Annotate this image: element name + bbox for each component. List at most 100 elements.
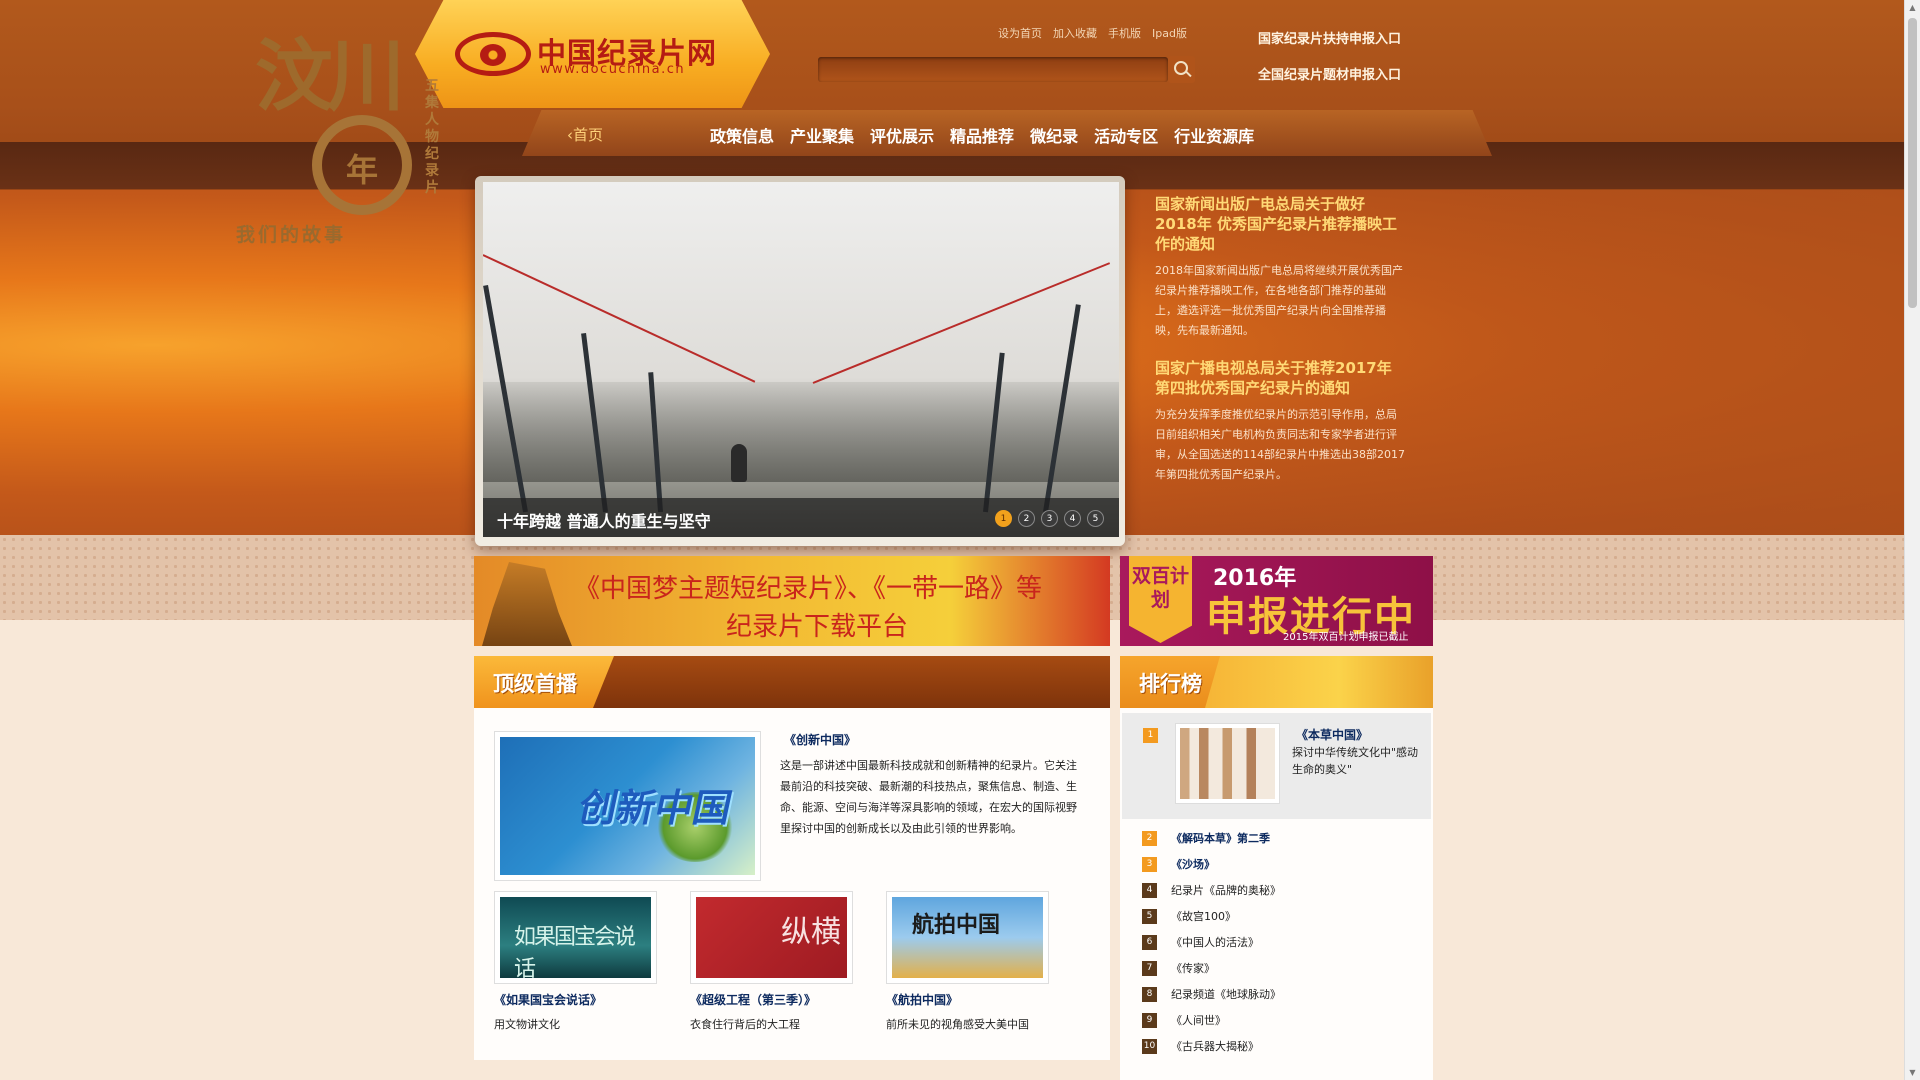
rank-number: 9 [1142,1012,1157,1028]
slide-caption-bar: 十年跨越 普通人的重生与坚守 1 2 3 4 5 [483,498,1119,537]
rank-label: 纪录频道《地球脉动》 [1171,988,1281,1001]
ranking-row[interactable]: 8 纪录频道《地球脉动》 [1142,986,1281,1002]
ranking-row[interactable]: 4 纪录片《品牌的奥秘》 [1142,882,1281,898]
broadcast-title[interactable]: 《如果国宝会说话》 [494,991,657,1008]
banner-tag: 双百计划 [1129,556,1192,643]
featured-title[interactable]: 《创新中国》 [784,731,856,748]
ranking-row[interactable]: 10 《古兵器大揭秘》 [1142,1038,1259,1054]
broadcast-thumbnail[interactable]: 航拍中国 [886,891,1049,984]
rank-label: 《古兵器大揭秘》 [1171,1040,1259,1053]
broadcast-desc: 衣食住行背后的大工程 [690,1018,800,1031]
nav-item-micro[interactable]: 微纪录 [1030,123,1078,147]
top-broadcast-header: 顶级首播 [474,656,1110,708]
ranking-header: 排行榜 [1120,656,1433,708]
add-favorite-link[interactable]: 加入收藏 [1053,27,1097,40]
ranking-heading: 排行榜 [1139,672,1202,696]
rank-number: 7 [1142,960,1157,976]
top-broadcast-tab: 顶级首播 [474,656,614,708]
broadcast-title[interactable]: 《超级工程（第三季）》 [690,991,853,1008]
broadcast-image: 航拍中国 [892,897,1043,978]
ranking-row[interactable]: 3 《沙场》 [1142,856,1215,872]
broadcast-desc: 用文物讲文化 [494,1018,560,1031]
nav-item-recommended[interactable]: 精品推荐 [950,123,1014,147]
slide-caption[interactable]: 十年跨越 普通人的重生与坚守 [497,508,711,532]
slide-image[interactable] [483,182,1119,537]
broadcast-thumbnail[interactable]: 纵横 [690,891,853,984]
broadcast-image-text: 航拍中国 [912,913,1001,938]
featured-image-text: 创新中国 [574,786,736,830]
scroll-up-icon[interactable]: ▲ [1905,0,1920,15]
broadcast-item: 航拍中国 《航拍中国》 前所未见的视角感受大美中国 [886,891,1049,1032]
broadcast-thumbnail[interactable]: 如果国宝会说话 [494,891,657,984]
rank-number: 6 [1142,934,1157,950]
nav-items: 政策信息 产业聚集 评优展示 精品推荐 微纪录 活动专区 行业资源库 [710,123,1254,147]
ranking-row[interactable]: 6 《中国人的活法》 [1142,934,1259,950]
nav-item-resources[interactable]: 行业资源库 [1174,123,1254,147]
nav-item-events[interactable]: 活动专区 [1094,123,1158,147]
scrollbar-thumb[interactable] [1908,18,1917,308]
ranking-top-number: 1 [1143,726,1158,743]
topic-application-link[interactable]: 全国纪录片题材申报入口 [1258,64,1401,83]
nav-home[interactable]: ‹首页 [567,124,603,145]
slide-subtitle: 我们的故事 [236,224,347,246]
news-title[interactable]: 国家新闻出版广电总局关于做好2018年 优秀国产纪录片推荐播映工作的通知 [1155,194,1405,254]
banner-line-2: 纪录片下载平台 [726,612,909,642]
broadcast-image-text: 如果国宝会说话 [514,925,636,978]
slider-dot-1[interactable]: 1 [995,510,1012,527]
broadcast-image-text: 纵横 [781,915,841,950]
nav-item-policy[interactable]: 政策信息 [710,123,774,147]
slide-cable [483,254,756,383]
ranking-top-desc: 探讨中华传统文化中"感动生命的奥义" [1292,746,1419,776]
slide-vertical-text: 五集人物纪录片 [425,78,439,196]
slider-dot-5[interactable]: 5 [1087,510,1104,527]
rank-label: 《故宫100》 [1171,910,1236,923]
slider-dot-4[interactable]: 4 [1064,510,1081,527]
featured-thumbnail[interactable]: 创新中国 [494,731,761,881]
banner-note: 2015年双百计划申报已截止 [1283,632,1409,643]
set-homepage-link[interactable]: 设为首页 [998,27,1042,40]
slide-title: 汶川 [255,31,405,122]
nav-item-industry[interactable]: 产业聚集 [790,123,854,147]
slider-pagination: 1 2 3 4 5 [995,510,1104,527]
rank-number: 8 [1142,986,1157,1002]
slider-dot-2[interactable]: 2 [1018,510,1035,527]
slide-ring: 年 [312,115,412,215]
ranking-row[interactable]: 7 《传家》 [1142,960,1215,976]
news-item: 国家新闻出版广电总局关于做好2018年 优秀国产纪录片推荐播映工作的通知 201… [1155,194,1405,341]
ranking-top-title[interactable]: 《本草中国》 [1296,726,1368,743]
rank-number: 4 [1142,882,1157,898]
rank-label: 《人间世》 [1171,1014,1226,1027]
ranking-row[interactable]: 9 《人间世》 [1142,1012,1226,1028]
statue-image [482,562,572,646]
broadcast-image: 如果国宝会说话 [500,897,651,978]
rank-number: 3 [1142,856,1157,872]
rank-label: 《传家》 [1171,962,1215,975]
rank-number: 5 [1142,908,1157,924]
broadcast-image: 纵横 [696,897,847,978]
broadcast-title[interactable]: 《航拍中国》 [886,991,1049,1008]
rank-label: 《中国人的活法》 [1171,936,1259,949]
broadcast-item: 如果国宝会说话 《如果国宝会说话》 用文物讲文化 [494,891,657,1032]
ipad-link[interactable]: Ipad版 [1152,27,1187,40]
ranking-row[interactable]: 5 《故宫100》 [1142,908,1236,924]
ranking-top-thumbnail[interactable] [1175,723,1280,804]
eye-logo-icon [455,32,531,76]
news-summary: 为充分发挥季度推优纪录片的示范引导作用，总局日前组织相关广电机构负责同志和专家学… [1155,408,1405,481]
featured-description: 这是一部讲述中国最新科技成就和创新精神的纪录片。它关注最前沿的科技突破、最新潮的… [780,759,1077,835]
banner-line-1: 《中国梦主题短纪录片》、《一带一路》等 [574,574,1043,604]
ranking-row[interactable]: 2 《解码本草》第二季 [1142,830,1270,846]
slide-ring-text: 年 [345,151,378,189]
news-title[interactable]: 国家广播电视总局关于推荐2017年第四批优秀国产纪录片的通知 [1155,358,1405,398]
double-hundred-banner[interactable]: 双百计划 2016年 申报进行中 2015年双百计划申报已截止 [1120,556,1433,646]
top-broadcast-heading: 顶级首播 [493,672,577,696]
support-application-link[interactable]: 国家纪录片扶持申报入口 [1258,28,1401,47]
nav-item-awards[interactable]: 评优展示 [870,123,934,147]
download-platform-banner[interactable]: 《中国梦主题短纪录片》、《一带一路》等 纪录片下载平台 [474,556,1110,646]
mobile-link[interactable]: 手机版 [1108,27,1141,40]
search-input[interactable] [818,57,1168,82]
search-button[interactable] [1168,56,1195,83]
scroll-down-icon[interactable]: ▼ [1905,1065,1920,1080]
vertical-scrollbar[interactable]: ▲ ▼ [1904,0,1920,1080]
ranking-tab: 排行榜 [1120,656,1220,708]
slider-dot-3[interactable]: 3 [1041,510,1058,527]
